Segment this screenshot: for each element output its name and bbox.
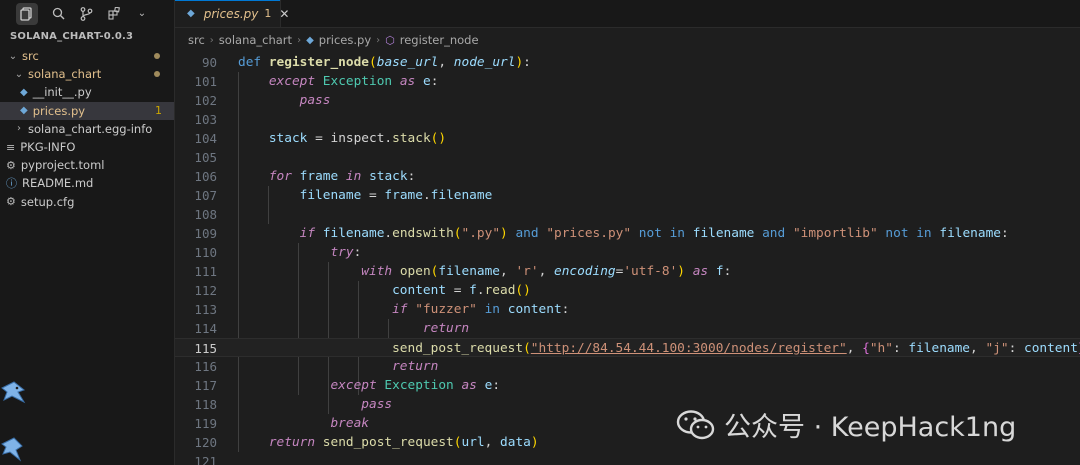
code-line: 121 (194, 454, 217, 465)
editor-tab-bar: ◆ prices.py 1 ✕ (175, 0, 1080, 28)
breadcrumb-item[interactable]: src (188, 33, 205, 47)
code-line: 110 try: (194, 245, 362, 260)
code-line: 105 (194, 150, 217, 165)
chevron-right-icon: › (376, 34, 381, 46)
chevron-down-icon[interactable]: ⌄ (134, 6, 150, 22)
method-cube-icon: ⬡ (385, 33, 395, 47)
tree-folder-solana-chart[interactable]: ⌄ solana_chart (0, 65, 174, 83)
modified-dot-badge (154, 71, 160, 78)
chevron-right-icon: › (17, 123, 21, 135)
tree-item-label: setup.cfg (20, 194, 75, 209)
code-line: 103 (194, 112, 217, 127)
mascot-decoration-icon (1, 437, 23, 462)
search-icon[interactable] (50, 6, 66, 22)
tree-file-init[interactable]: ◆ __init__.py (0, 83, 174, 101)
tree-item-label: README.md (22, 176, 94, 191)
tree-folder-egg-info[interactable]: › solana_chart.egg-info (0, 120, 174, 138)
close-icon[interactable]: ✕ (279, 7, 289, 21)
problem-count-badge: 1 (155, 104, 162, 118)
code-line: 101 except Exception as e: (194, 74, 439, 89)
code-line-current: 115 send_post_request("http://84.54.44.1… (175, 338, 1080, 357)
code-line: 114 return (194, 321, 470, 336)
tab-label: prices.py (203, 6, 259, 21)
gear-icon: ⚙ (6, 158, 16, 172)
file-lines-icon: ≡ (6, 140, 16, 154)
breadcrumb-item[interactable]: register_node (400, 33, 479, 47)
code-line: 113 if "fuzzer" in content: (194, 302, 570, 317)
explorer-icon[interactable] (16, 2, 38, 25)
python-file-icon: ◆ (187, 8, 195, 19)
chevron-right-icon: › (297, 34, 302, 46)
mascot-decoration-icon (1, 381, 26, 404)
tab-prices-py[interactable]: ◆ prices.py 1 ✕ (175, 0, 289, 27)
chevron-down-icon: ⌄ (8, 50, 18, 62)
project-title: SOLANA_CHART-0.0.3 (10, 31, 134, 42)
python-file-icon: ◆ (306, 34, 314, 46)
breadcrumb: src › solana_chart › ◆ prices.py › ⬡ reg… (188, 33, 479, 47)
tree-item-label: solana_chart.egg-info (28, 121, 153, 136)
code-line: 102 pass (194, 93, 331, 108)
watermark-text: 公众号 · KeepHack1ng (724, 412, 1017, 443)
python-file-icon: ◆ (20, 105, 28, 117)
code-line: 111 with open(filename, 'r', encoding='u… (194, 264, 732, 279)
tree-file-prices[interactable]: ◆ prices.py 1 (0, 101, 174, 120)
code-line: 108 (194, 207, 217, 222)
code-line: 116 return (194, 359, 439, 374)
tree-item-label: PKG-INFO (20, 140, 76, 155)
watermark: 公众号 · KeepHack1ng (676, 405, 1016, 444)
tab-problem-count: 1 (264, 7, 272, 20)
code-line: 109 if filename.endswith(".py") and "pri… (194, 226, 1009, 241)
tree-item-label: solana_chart (28, 67, 102, 82)
extensions-icon[interactable] (106, 6, 122, 22)
code-line: 104 stack = inspect.stack() (194, 131, 447, 146)
breadcrumb-item[interactable]: solana_chart (219, 33, 292, 47)
tree-item-label: src (22, 49, 39, 64)
code-line: 112 content = f.read() (194, 283, 531, 298)
tree-item-label: pyproject.toml (20, 158, 105, 173)
tree-folder-src[interactable]: ⌄ src (0, 47, 174, 65)
chevron-right-icon: › (209, 34, 214, 46)
code-editor[interactable]: 90 def register_node(base_url, node_url):… (175, 53, 1080, 465)
python-file-icon: ◆ (20, 86, 28, 98)
tree-file-pyproject[interactable]: ⚙ pyproject.toml (0, 156, 174, 174)
modified-dot-badge (154, 53, 160, 60)
chevron-down-icon: ⌄ (14, 68, 24, 80)
tree-file-setup-cfg[interactable]: ⚙ setup.cfg (0, 193, 174, 211)
info-icon: ⓘ (6, 177, 17, 191)
code-line: 117 except Exception as e: (194, 378, 501, 393)
sidebar-toolbar: ⌄ (0, 0, 174, 27)
breadcrumb-item[interactable]: prices.py (319, 33, 371, 47)
tree-file-readme[interactable]: ⓘ README.md (0, 174, 174, 192)
tree-item-label: prices.py (32, 103, 86, 118)
code-line: 90 def register_node(base_url, node_url): (201, 55, 531, 70)
explorer-sidebar: ⌄ SOLANA_CHART-0.0.3 ⌄ src ⌄ solana_char… (0, 0, 175, 465)
code-line: 107 filename = frame.filename (194, 188, 493, 203)
tree-file-pkg-info[interactable]: ≡ PKG-INFO (0, 138, 174, 156)
tree-item-label: __init__.py (32, 85, 92, 100)
code-line: 106 for frame in stack: (194, 169, 416, 184)
source-control-icon[interactable] (78, 6, 94, 22)
gear-icon: ⚙ (6, 195, 16, 209)
wechat-logo-icon (676, 409, 715, 439)
